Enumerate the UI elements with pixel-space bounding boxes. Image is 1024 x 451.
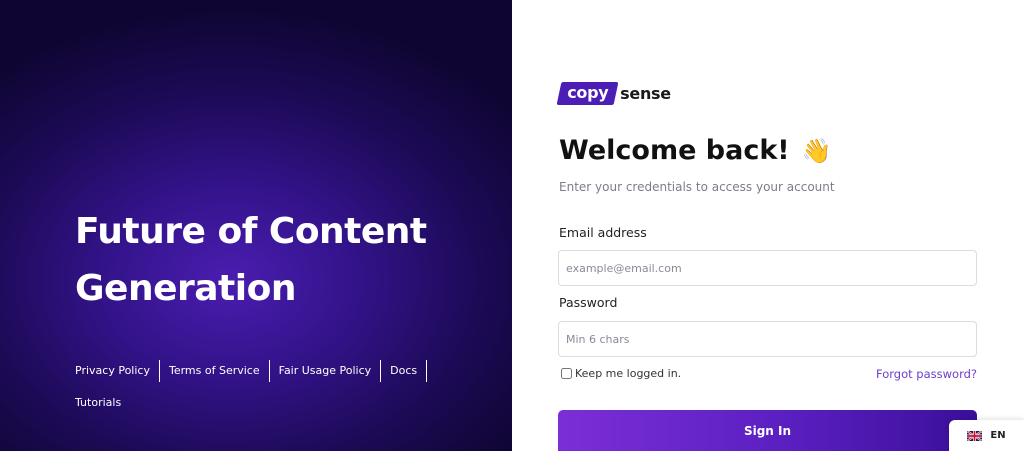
fair-usage-policy-link[interactable]: Fair Usage Policy	[279, 360, 382, 382]
login-panel: copy sense Welcome back! 👋 Enter your cr…	[512, 0, 1024, 451]
remember-me-label: Keep me logged in.	[575, 367, 682, 380]
language-code: EN	[990, 430, 1006, 441]
login-subtitle: Enter your credentials to access your ac…	[559, 180, 835, 194]
tutorials-link[interactable]: Tutorials	[75, 392, 130, 414]
privacy-policy-link[interactable]: Privacy Policy	[75, 360, 160, 382]
password-label: Password	[559, 295, 618, 310]
uk-flag-icon	[967, 430, 983, 441]
hero-title: Future of Content Generation	[75, 211, 427, 309]
logo-badge: copy	[556, 82, 619, 105]
language-selector[interactable]: EN	[949, 420, 1024, 451]
docs-link[interactable]: Docs	[390, 360, 428, 382]
remember-me[interactable]: Keep me logged in.	[561, 367, 681, 380]
welcome-text: Welcome back!	[559, 135, 790, 166]
sign-in-button[interactable]: Sign In	[558, 410, 977, 451]
waving-hand-icon: 👋	[801, 136, 832, 165]
password-input[interactable]	[558, 321, 977, 357]
welcome-heading: Welcome back! 👋	[559, 135, 832, 166]
terms-of-service-link[interactable]: Terms of Service	[169, 360, 270, 382]
copysense-logo: copy sense	[556, 82, 671, 105]
hero-panel: Future of Content Generation Privacy Pol…	[0, 0, 512, 451]
logo-text: sense	[620, 84, 671, 103]
email-input[interactable]	[558, 250, 977, 286]
forgot-password-link[interactable]: Forgot password?	[876, 367, 977, 381]
footer-links: Privacy Policy Terms of Service Fair Usa…	[75, 360, 475, 414]
email-label: Email address	[559, 225, 647, 240]
remember-me-checkbox[interactable]	[561, 368, 572, 379]
